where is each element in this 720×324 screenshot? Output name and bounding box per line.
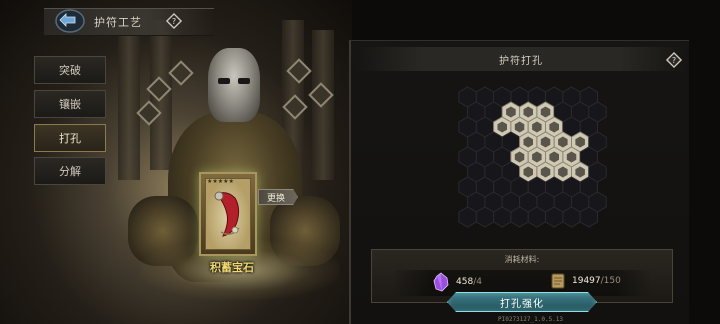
item-name: 积蓄宝石 — [210, 261, 254, 274]
tab-punch[interactable]: 打孔 — [34, 124, 106, 152]
page-title: 护符工艺 — [94, 16, 142, 29]
item-stars: ★★★★★ — [207, 178, 234, 185]
amulet-item-card[interactable]: ★★★★★ — [199, 172, 257, 256]
crystal-have: 458 — [456, 277, 474, 287]
socket-slot-empty — [545, 206, 564, 228]
socket-slot-empty — [562, 206, 581, 228]
socket-slot-empty — [527, 206, 546, 228]
tab-decompose[interactable]: 分解 — [34, 157, 106, 185]
golem-eye — [238, 78, 250, 84]
tab-breakthrough[interactable]: 突破 — [34, 56, 106, 84]
scroll-have: 19497 — [572, 276, 601, 286]
swap-button[interactable]: 更换 — [258, 189, 298, 205]
socket-slot-empty — [493, 206, 512, 228]
rune-tile — [168, 60, 194, 86]
version-text: PI0273127_1.0.5.13 — [498, 316, 564, 323]
material-scroll: 19497/150 — [550, 272, 621, 290]
socket-slot-empty — [579, 206, 598, 228]
punch-enhance-button[interactable]: 打孔强化 — [447, 292, 597, 312]
back-arrow-icon — [55, 9, 85, 33]
help-diamond-icon[interactable]: ? — [165, 12, 183, 30]
punch-panel: 护符打孔 ? 消耗材料: 458/4 19497/150 打孔强化 — [349, 40, 689, 324]
material-crystal: 458/4 — [432, 272, 482, 292]
cost-label: 消耗材料: — [504, 255, 540, 264]
socket-hex-grid — [458, 86, 607, 228]
stone-pillar — [118, 30, 140, 180]
amulet-gem-icon — [214, 191, 240, 237]
back-button[interactable] — [52, 6, 88, 36]
svg-text:?: ? — [172, 17, 176, 26]
socket-slot-empty — [458, 206, 477, 228]
socket-slot-empty — [510, 206, 529, 228]
tab-inlay[interactable]: 镶嵌 — [34, 90, 106, 118]
purple-crystal-icon — [433, 272, 449, 292]
scroll-icon — [551, 273, 565, 289]
crystal-need: /4 — [473, 277, 482, 287]
scroll-need: /150 — [600, 276, 621, 286]
golem-eye — [218, 78, 230, 84]
golem-head — [208, 48, 260, 122]
socket-slot-empty — [475, 206, 495, 228]
